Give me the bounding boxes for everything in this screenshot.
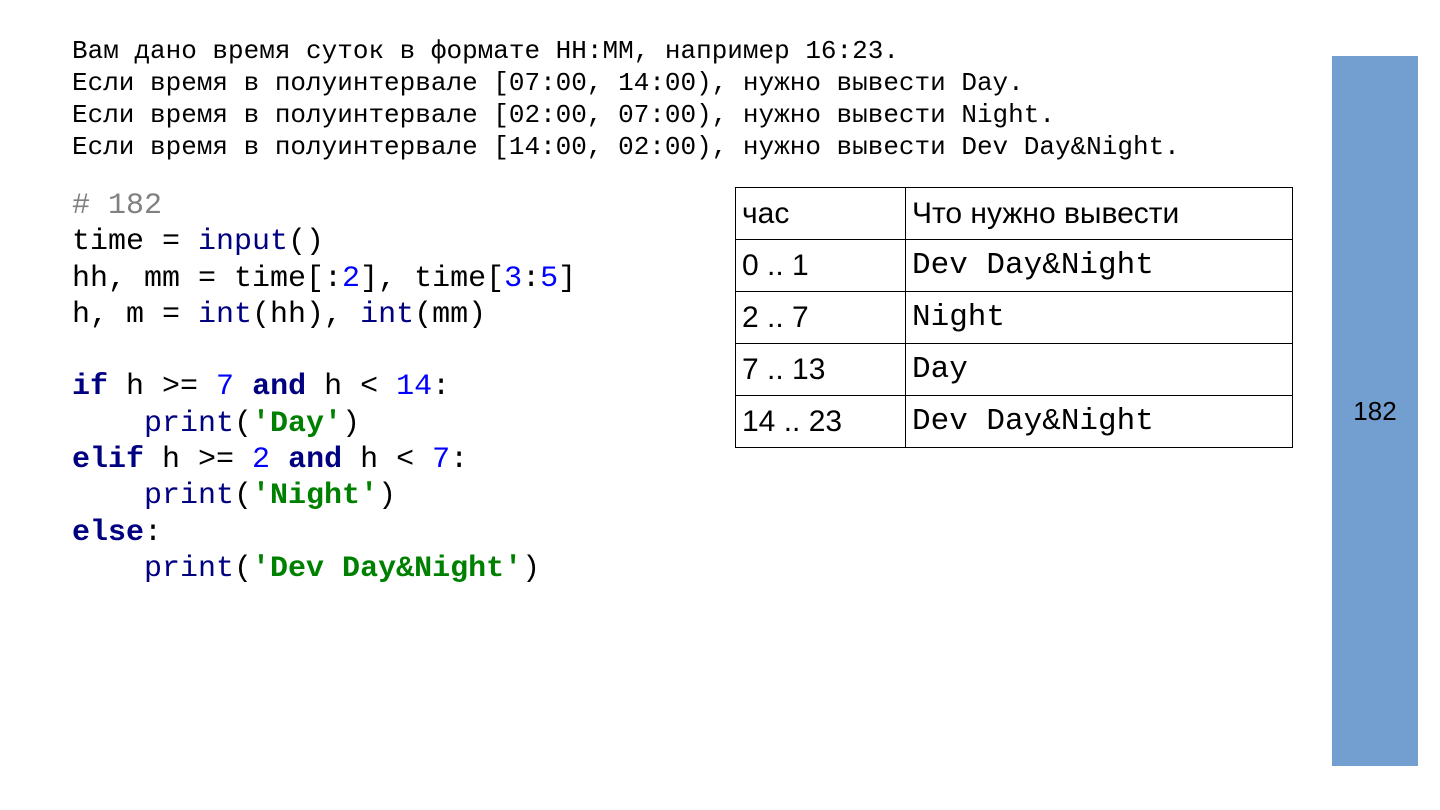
code-builtin: input bbox=[198, 225, 289, 260]
code-text: hh, mm = time[: bbox=[72, 261, 343, 296]
code-text: h, m = bbox=[72, 297, 199, 332]
code-text: ], time[ bbox=[360, 261, 505, 296]
code-text: ) bbox=[522, 551, 541, 586]
code-text: h < bbox=[306, 370, 397, 405]
code-builtin: print bbox=[144, 406, 235, 441]
table-row: 7 .. 13 Day bbox=[735, 343, 1293, 396]
code-text: (mm) bbox=[414, 297, 487, 332]
code-text: time = bbox=[72, 225, 199, 260]
table-cell-hours: 0 .. 1 bbox=[735, 239, 906, 292]
code-builtin: int bbox=[360, 297, 415, 332]
code-line-slice: hh, mm = time[:2], time[3:5] bbox=[72, 261, 576, 297]
code-comment: # 182 bbox=[72, 189, 163, 223]
code-text: h >= bbox=[108, 370, 217, 405]
code-comment-line: # 182 bbox=[72, 188, 576, 224]
code-number: 7 bbox=[216, 370, 235, 405]
statement-line: Если время в полуинтервале [14:00, 02:00… bbox=[72, 132, 1180, 162]
code-text: : bbox=[432, 370, 451, 405]
code-line-else: else: bbox=[72, 515, 576, 551]
table-cell-output: Day bbox=[905, 343, 1293, 396]
code-line-if: if h >= 7 and h < 14: bbox=[72, 369, 576, 405]
table-cell-output: Dev Day&Night bbox=[905, 239, 1293, 292]
code-number: 2 bbox=[342, 261, 361, 296]
statement-line: Если время в полуинтервале [07:00, 14:00… bbox=[72, 68, 1024, 98]
code-number: 14 bbox=[396, 370, 433, 405]
code-number: 5 bbox=[540, 261, 559, 296]
code-text: : bbox=[450, 443, 469, 478]
slide-number: 182 bbox=[1353, 395, 1397, 426]
code-line-int: h, m = int(hh), int(mm) bbox=[72, 297, 576, 333]
code-builtin: int bbox=[198, 297, 253, 332]
code-line-elif: elif h >= 2 and h < 7: bbox=[72, 442, 576, 478]
code-builtin: print bbox=[144, 551, 235, 586]
table-cell-hours: 7 .. 13 bbox=[735, 343, 906, 396]
table-row: 2 .. 7 Night bbox=[735, 291, 1293, 344]
table-row: 14 .. 23 Dev Day&Night bbox=[735, 395, 1293, 448]
hours-table: час Что нужно вывести 0 .. 1 Dev Day&Nig… bbox=[735, 187, 1293, 448]
code-number: 7 bbox=[432, 443, 451, 478]
code-keyword: and bbox=[234, 370, 307, 405]
code-text: ( bbox=[234, 551, 253, 586]
code-text: h < bbox=[342, 443, 433, 478]
code-builtin: print bbox=[144, 479, 235, 514]
slide-number-sidebar: 182 bbox=[1332, 56, 1418, 766]
code-keyword: elif bbox=[72, 443, 145, 478]
statement-line: Вам дано время суток в формате HH:MM, на… bbox=[72, 36, 899, 66]
table-header-row: час Что нужно вывести bbox=[735, 187, 1293, 240]
code-string: 'Dev Day&Night' bbox=[252, 551, 523, 586]
code-string: 'Day' bbox=[252, 406, 343, 441]
table-cell-output: Night bbox=[905, 291, 1293, 344]
code-number: 3 bbox=[504, 261, 523, 296]
table-cell-hours: 2 .. 7 bbox=[735, 291, 906, 344]
code-text: ) bbox=[342, 406, 361, 441]
code-keyword: if bbox=[72, 370, 109, 405]
table-header-hour: час bbox=[735, 187, 906, 240]
code-string: 'Night' bbox=[252, 479, 379, 514]
code-number: 2 bbox=[252, 443, 271, 478]
code-text: ( bbox=[234, 406, 253, 441]
code-block: # 182 time = input() hh, mm = time[:2], … bbox=[72, 188, 576, 587]
code-line-input: time = input() bbox=[72, 224, 576, 260]
code-text: : bbox=[522, 261, 541, 296]
table-header-output: Что нужно вывести bbox=[905, 187, 1293, 240]
code-line-print-day: print('Day') bbox=[72, 406, 576, 442]
table-cell-hours: 14 .. 23 bbox=[735, 395, 906, 448]
code-text: ( bbox=[234, 479, 253, 514]
statement-line: Если время в полуинтервале [02:00, 07:00… bbox=[72, 100, 1055, 130]
slide: Вам дано время суток в формате HH:MM, на… bbox=[0, 0, 1440, 810]
code-keyword: and bbox=[270, 443, 343, 478]
code-text: ] bbox=[558, 261, 577, 296]
code-text: h >= bbox=[144, 443, 253, 478]
code-text: ) bbox=[378, 479, 397, 514]
code-text: : bbox=[144, 515, 163, 550]
code-line-print-night: print('Night') bbox=[72, 478, 576, 514]
code-text: () bbox=[288, 225, 325, 260]
code-text: (hh), bbox=[252, 297, 361, 332]
code-line-print-dev: print('Dev Day&Night') bbox=[72, 551, 576, 587]
code-keyword: else bbox=[72, 515, 145, 550]
table-row: 0 .. 1 Dev Day&Night bbox=[735, 239, 1293, 292]
problem-statement: Вам дано время суток в формате HH:MM, на… bbox=[72, 35, 1180, 163]
table-cell-output: Dev Day&Night bbox=[905, 395, 1293, 448]
